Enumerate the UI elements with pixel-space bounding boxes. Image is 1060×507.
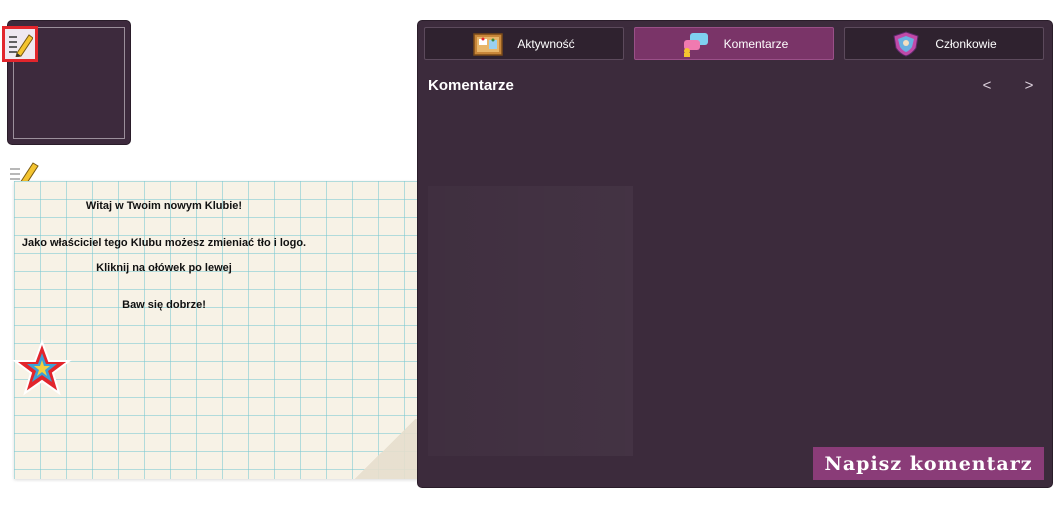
club-page: Witaj w Twoim nowym Klubie! Jako właścic…: [0, 0, 1060, 507]
prev-button[interactable]: <: [977, 77, 997, 94]
tab-members-label: Członkowie: [935, 36, 997, 51]
star-icon: [12, 339, 72, 399]
hint-line: Kliknij na ołówek po lewej: [96, 262, 232, 274]
tab-activity-label: Aktywność: [517, 36, 575, 51]
comments-list-area: [428, 186, 633, 456]
comments-panel: Aktywność Komentarze Członkowie Komentar…: [418, 21, 1052, 487]
tab-comments[interactable]: Komentarze: [634, 27, 834, 60]
pencil-notepad-icon[interactable]: [2, 26, 38, 62]
write-comment-button[interactable]: Napisz komentarz: [813, 447, 1044, 480]
next-button[interactable]: >: [1019, 77, 1039, 94]
welcome-paper: Witaj w Twoim nowym Klubie! Jako właścic…: [14, 181, 420, 479]
chat-bubbles-icon: [680, 31, 710, 57]
section-title: Komentarze: [428, 77, 514, 94]
bulletin-board-icon: [473, 31, 504, 57]
welcome-line: Witaj w Twoim nowym Klubie!: [85, 200, 243, 212]
paper-fold: [350, 419, 420, 479]
shield-members-icon: [891, 30, 921, 57]
tab-activity[interactable]: Aktywność: [424, 27, 624, 60]
tab-members[interactable]: Członkowie: [844, 27, 1044, 60]
owner-info-line: Jako właściciel tego Klubu możesz zmieni…: [21, 237, 307, 249]
have-fun-line: Baw się dobrze!: [122, 299, 206, 311]
tab-comments-label: Komentarze: [723, 36, 789, 51]
